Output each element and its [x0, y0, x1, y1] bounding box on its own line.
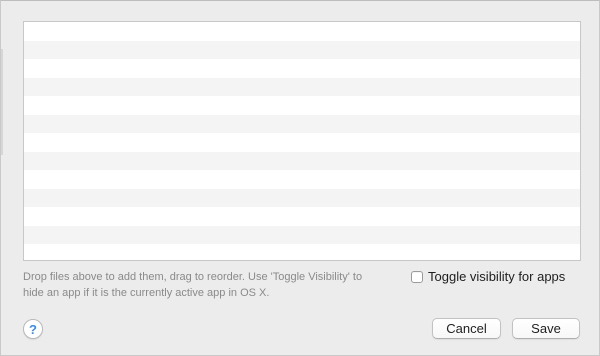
list-row[interactable] — [24, 40, 580, 59]
app-list[interactable] — [23, 21, 581, 261]
toggle-visibility-label: Toggle visibility for apps — [428, 269, 566, 284]
list-row[interactable] — [24, 188, 580, 207]
list-row[interactable] — [24, 77, 580, 96]
toggle-visibility-checkbox[interactable]: Toggle visibility for apps — [411, 269, 565, 284]
list-row[interactable] — [24, 170, 580, 189]
help-question-icon: ? — [29, 321, 37, 337]
list-row[interactable] — [24, 225, 580, 244]
checkbox-box[interactable] — [411, 270, 423, 283]
list-row[interactable] — [24, 244, 580, 260]
hint-line-2: hide an app if it is the currently activ… — [23, 287, 270, 299]
hint-line-1: Drop files above to add them, drag to re… — [23, 271, 363, 283]
window-edge — [1, 49, 3, 155]
list-row[interactable] — [24, 22, 580, 41]
list-row[interactable] — [24, 151, 580, 170]
list-row[interactable] — [24, 114, 580, 133]
save-button[interactable]: Save — [512, 318, 580, 339]
list-row[interactable] — [24, 96, 580, 115]
list-row[interactable] — [24, 59, 580, 78]
cancel-button[interactable]: Cancel — [432, 318, 501, 339]
list-row[interactable] — [24, 207, 580, 226]
dialog-window: Drop files above to add them, drag to re… — [0, 0, 600, 356]
list-row[interactable] — [24, 133, 580, 152]
help-button[interactable]: ? — [23, 319, 43, 339]
hint-text: Drop files above to add them, drag to re… — [23, 269, 393, 301]
